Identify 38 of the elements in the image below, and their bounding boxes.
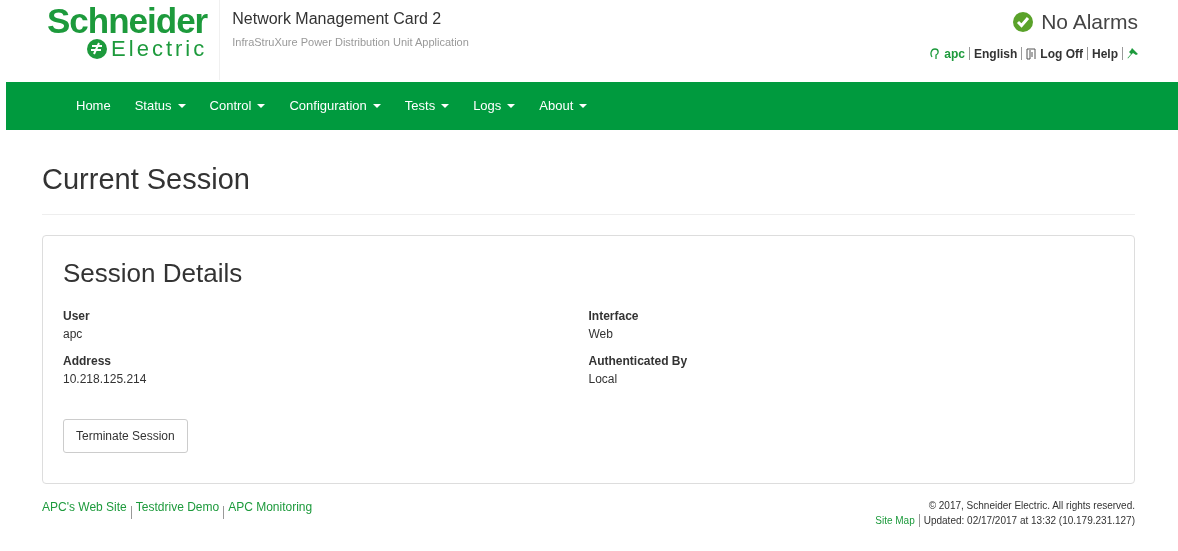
- pin-icon[interactable]: [1127, 48, 1138, 59]
- field-value: Web: [588, 325, 614, 343]
- nav-menu-item[interactable]: Tests: [392, 82, 462, 130]
- check-icon: [1013, 11, 1034, 32]
- user-link[interactable]: apc: [944, 44, 965, 63]
- footer-link[interactable]: APC Monitoring: [228, 497, 313, 516]
- door-icon: [1026, 47, 1037, 60]
- terminate-session-button[interactable]: Terminate Session: [63, 418, 188, 453]
- site-map-link[interactable]: Site Map: [875, 512, 915, 528]
- logo-text: Schneider: [47, 4, 208, 38]
- alarm-status: No Alarms: [1041, 9, 1138, 35]
- page-title: Current Session: [42, 158, 1135, 215]
- nav-menu-item[interactable]: Home: [64, 82, 123, 130]
- user-icon: [930, 47, 941, 60]
- field-label: Address: [63, 352, 113, 370]
- field-label: Authenticated By: [588, 352, 689, 370]
- footer-link[interactable]: Testdrive Demo: [135, 497, 220, 516]
- header-link[interactable]: Help: [1092, 44, 1118, 63]
- field-label: User: [63, 307, 91, 325]
- logo-text: Electric: [111, 38, 208, 60]
- footer-link[interactable]: APC's Web Site: [42, 497, 127, 516]
- panel-title: Session Details: [63, 256, 244, 290]
- header-link[interactable]: English: [974, 44, 1018, 63]
- field-value: Local: [588, 370, 619, 388]
- app-title: Network Management Card 2: [232, 9, 443, 29]
- nav-menu-item[interactable]: Logs: [461, 82, 528, 130]
- field-label: Interface: [588, 307, 640, 325]
- nav-menu-item[interactable]: Configuration: [277, 82, 393, 130]
- nav-menu-item[interactable]: About: [527, 82, 600, 130]
- field-value: apc: [63, 325, 84, 343]
- copyright-text: © 2017, Schneider Electric. All rights reserved.: [928, 498, 1135, 513]
- field-value: 10.218.125.214: [63, 370, 148, 388]
- app-subtitle: InfraStruXure Power Distribution Unit Application: [232, 35, 469, 50]
- logo-icon: [86, 38, 109, 60]
- nav-menu-item[interactable]: Status: [122, 82, 198, 130]
- updated-text: Updated: 02/17/2017 at 13:32 (10.179.231.127): [923, 513, 1135, 528]
- logoff-link[interactable]: Log Off: [1040, 44, 1083, 63]
- nav-menu-item[interactable]: Control: [197, 82, 278, 130]
